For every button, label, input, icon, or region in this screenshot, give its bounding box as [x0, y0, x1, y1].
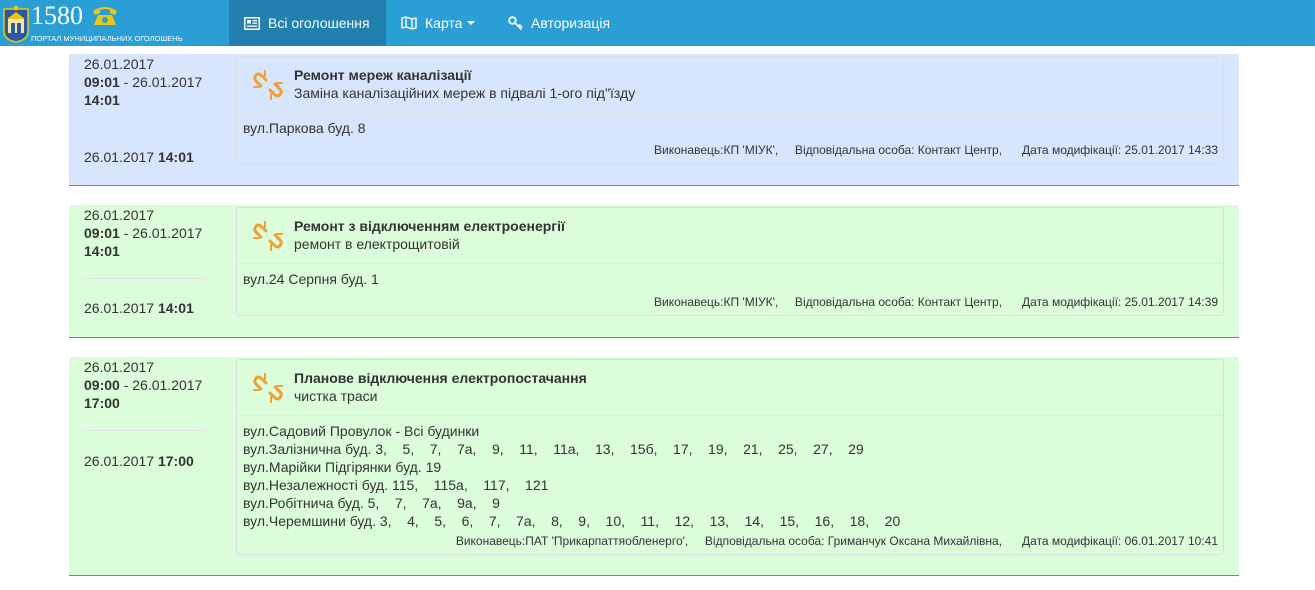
- chevron-down-icon: [467, 21, 476, 25]
- date-divider: [84, 430, 206, 431]
- announcement-card[interactable]: Ремонт з відключенням електроенергії рем…: [236, 207, 1224, 316]
- address-line: вул.Черемшини буд. 3, 4, 5, 6, 7, 7а, 8,…: [243, 513, 901, 529]
- announcement-title: Ремонт з відключенням електроенергії: [294, 218, 565, 234]
- card-header: Ремонт з відключенням електроенергії рем…: [237, 208, 1223, 264]
- navbar: 1580 ПОРТАЛ МУНИЦИПАЛЬНИХ ОГОЛОШЕНЬ Всі …: [0, 0, 1315, 46]
- address-line: вул.Садовий Провулок - Всі будинки: [243, 423, 480, 439]
- announcement-row: 26.01.2017 09:01 - 26.01.2017 14:01 26.0…: [69, 54, 1239, 186]
- nav-login-label: Авторизація: [531, 15, 611, 31]
- map-icon: [401, 16, 417, 30]
- brand-number: 1580: [31, 1, 83, 30]
- address-line: вул.Незалежності буд. 115, 115а, 117, 12…: [243, 477, 549, 493]
- announcement-card[interactable]: Планове відключення електропостачання чи…: [236, 359, 1224, 555]
- card-header: Планове відключення електропостачання чи…: [237, 360, 1223, 416]
- address-list: вул.24 Серпня буд. 1: [237, 264, 1223, 288]
- address-line: вул.Марійки Підгірянки буд. 19: [243, 459, 442, 475]
- address-line: вул.24 Серпня буд. 1: [243, 271, 379, 287]
- date-range: 26.01.2017 09:01 - 26.01.2017 14:01: [84, 207, 203, 259]
- broken-link-icon: [253, 221, 283, 251]
- modified-date: 26.01.2017 14:01: [84, 149, 194, 165]
- announcement-footer: Виконавець:КП 'МІУК', Відповідальна особ…: [654, 295, 1218, 309]
- nav-all-announcements[interactable]: Всі оголошення: [229, 0, 386, 46]
- date-range: 26.01.2017 09:01 - 26.01.2017 14:01: [84, 56, 203, 108]
- brand-subtitle: ПОРТАЛ МУНИЦИПАЛЬНИХ ОГОЛОШЕНЬ: [31, 34, 183, 43]
- address-list: вул.Садовий Провулок - Всі будинки вул.З…: [237, 416, 1223, 530]
- announcement-subtitle: чистка траси: [294, 388, 378, 404]
- card-header: Ремонт мереж каналізації Заміна каналіза…: [237, 57, 1223, 113]
- newspaper-icon: [244, 16, 260, 30]
- nav-map-dropdown[interactable]: Карта: [386, 0, 490, 46]
- announcement-footer: Виконавець:КП 'МІУК', Відповідальна особ…: [654, 143, 1218, 157]
- broken-link-icon: [253, 70, 283, 100]
- address-line: вул.Робітнича буд. 5, 7, 7а, 9а, 9: [243, 495, 500, 511]
- address-line: вул.Паркова буд. 8: [243, 120, 366, 136]
- city-coat-of-arms-icon: [3, 5, 29, 43]
- announcement-row: 26.01.2017 09:00 - 26.01.2017 17:00 26.0…: [69, 357, 1239, 576]
- date-divider: [84, 278, 206, 279]
- announcement-title: Ремонт мереж каналізації: [294, 67, 472, 83]
- broken-link-icon: [253, 373, 283, 403]
- date-divider: [84, 127, 206, 128]
- address-list: вул.Паркова буд. 8: [237, 113, 1223, 137]
- nav-all-announcements-label: Всі оголошення: [268, 15, 370, 31]
- date-range: 26.01.2017 09:00 - 26.01.2017 17:00: [84, 359, 203, 411]
- modified-date: 26.01.2017 17:00: [84, 453, 194, 469]
- telephone-icon: [93, 7, 117, 25]
- announcement-row: 26.01.2017 09:01 - 26.01.2017 14:01 26.0…: [69, 205, 1239, 338]
- announcement-subtitle: Заміна каналізаційних мереж в підвалі 1-…: [294, 85, 636, 101]
- announcement-title: Планове відключення електропостачання: [294, 370, 587, 386]
- key-icon: [508, 16, 523, 30]
- address-line: вул.Залізнична буд. 3, 5, 7, 7а, 9, 11, …: [243, 441, 864, 457]
- nav-map-label: Карта: [425, 15, 463, 31]
- announcement-footer: Виконавець:ПАТ 'Прикарпаттяобленерго', В…: [455, 534, 1218, 548]
- nav-login[interactable]: Авторизація: [493, 0, 625, 46]
- announcement-subtitle: ремонт в електрощитовій: [294, 236, 460, 252]
- modified-date: 26.01.2017 14:01: [84, 300, 194, 316]
- brand-logo-link[interactable]: 1580 ПОРТАЛ МУНИЦИПАЛЬНИХ ОГОЛОШЕНЬ: [0, 0, 200, 46]
- announcement-card[interactable]: Ремонт мереж каналізації Заміна каналіза…: [236, 56, 1224, 164]
